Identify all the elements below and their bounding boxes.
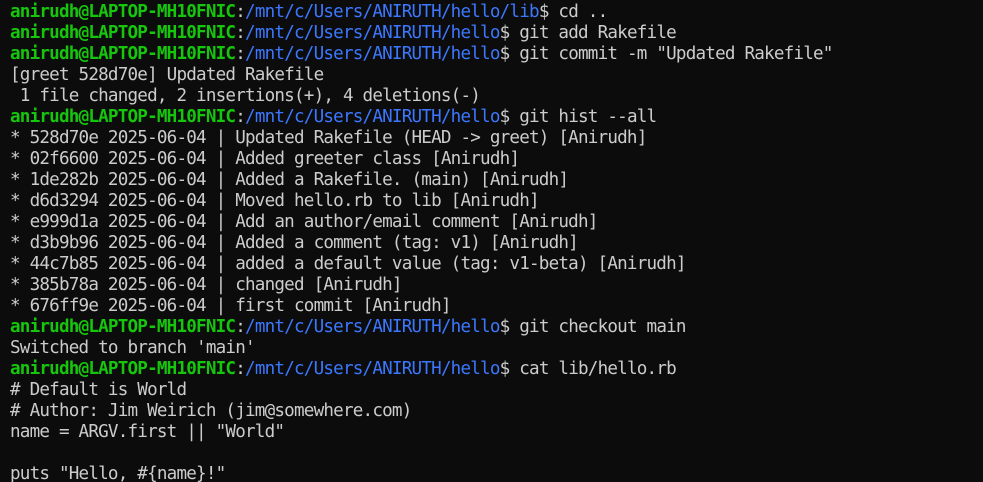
command-text: git add Rakefile — [519, 23, 676, 43]
output-line: * 02f6600 2025-06-04 | Added greeter cla… — [10, 149, 520, 169]
prompt-path: /mnt/c/Users/ANIRUTH/hello — [245, 317, 500, 337]
prompt-user-host: anirudh@LAPTOP-MH10FNIC — [10, 44, 236, 64]
output-line: * 385b78a 2025-06-04 | changed [Anirudh] — [10, 275, 403, 295]
prompt-line: anirudh@LAPTOP-MH10FNIC:/mnt/c/Users/ANI… — [10, 107, 983, 128]
output-line: Switched to branch 'main' — [10, 338, 256, 358]
prompt-path: /mnt/c/Users/ANIRUTH/hello — [245, 359, 500, 379]
command-text: cat lib/hello.rb — [519, 359, 676, 379]
terminal-window[interactable]: anirudh@LAPTOP-MH10FNIC:/mnt/c/Users/ANI… — [0, 0, 983, 482]
prompt-path: /mnt/c/Users/ANIRUTH/hello/lib — [245, 2, 540, 22]
command-text: cd .. — [558, 2, 608, 22]
prompt-line: anirudh@LAPTOP-MH10FNIC:/mnt/c/Users/ANI… — [10, 23, 983, 44]
command-text: git checkout main — [519, 317, 686, 337]
prompt-user-host: anirudh@LAPTOP-MH10FNIC — [10, 23, 236, 43]
output-line: * 528d70e 2025-06-04 | Updated Rakefile … — [10, 128, 647, 148]
prompt-symbol: $ — [499, 317, 520, 337]
prompt-line: anirudh@LAPTOP-MH10FNIC:/mnt/c/Users/ANI… — [10, 317, 983, 338]
prompt-separator: : — [235, 2, 246, 22]
output-line: * e999d1a 2025-06-04 | Add an author/ema… — [10, 212, 598, 232]
output-line: 1 file changed, 2 insertions(+), 4 delet… — [10, 86, 481, 106]
prompt-symbol: $ — [499, 23, 520, 43]
prompt-separator: : — [235, 359, 246, 379]
output-line: * 1de282b 2025-06-04 | Added a Rakefile.… — [10, 170, 569, 190]
command-text: git hist --all — [519, 107, 657, 127]
prompt-separator: : — [235, 107, 246, 127]
prompt-separator: : — [235, 317, 246, 337]
output-line: # Default is World — [10, 380, 187, 400]
command-text: git commit -m "Updated Rakefile" — [519, 44, 833, 64]
prompt-user-host: anirudh@LAPTOP-MH10FNIC — [10, 317, 236, 337]
prompt-path: /mnt/c/Users/ANIRUTH/hello — [245, 44, 500, 64]
output-line: puts "Hello, #{name}!" — [10, 464, 226, 482]
output-line: name = ARGV.first || "World" — [10, 422, 285, 442]
prompt-symbol: $ — [538, 2, 559, 22]
output-line: # Author: Jim Weirich (jim@somewhere.com… — [10, 401, 412, 421]
output-line: * d3b9b96 2025-06-04 | Added a comment (… — [10, 233, 579, 253]
prompt-symbol: $ — [499, 107, 520, 127]
prompt-path: /mnt/c/Users/ANIRUTH/hello — [245, 107, 500, 127]
prompt-line: anirudh@LAPTOP-MH10FNIC:/mnt/c/Users/ANI… — [10, 359, 983, 380]
prompt-user-host: anirudh@LAPTOP-MH10FNIC — [10, 359, 236, 379]
prompt-symbol: $ — [499, 44, 520, 64]
output-line: [greet 528d70e] Updated Rakefile — [10, 65, 324, 85]
prompt-separator: : — [235, 23, 246, 43]
prompt-user-host: anirudh@LAPTOP-MH10FNIC — [10, 2, 236, 22]
output-line: * 44c7b85 2025-06-04 | added a default v… — [10, 254, 686, 274]
prompt-user-host: anirudh@LAPTOP-MH10FNIC — [10, 107, 236, 127]
output-line: * 676ff9e 2025-06-04 | first commit [Ani… — [10, 296, 451, 316]
output-line: * d6d3294 2025-06-04 | Moved hello.rb to… — [10, 191, 540, 211]
prompt-separator: : — [235, 44, 246, 64]
prompt-line: anirudh@LAPTOP-MH10FNIC:/mnt/c/Users/ANI… — [10, 44, 983, 65]
prompt-symbol: $ — [499, 359, 520, 379]
prompt-line: anirudh@LAPTOP-MH10FNIC:/mnt/c/Users/ANI… — [10, 2, 983, 23]
prompt-path: /mnt/c/Users/ANIRUTH/hello — [245, 23, 500, 43]
